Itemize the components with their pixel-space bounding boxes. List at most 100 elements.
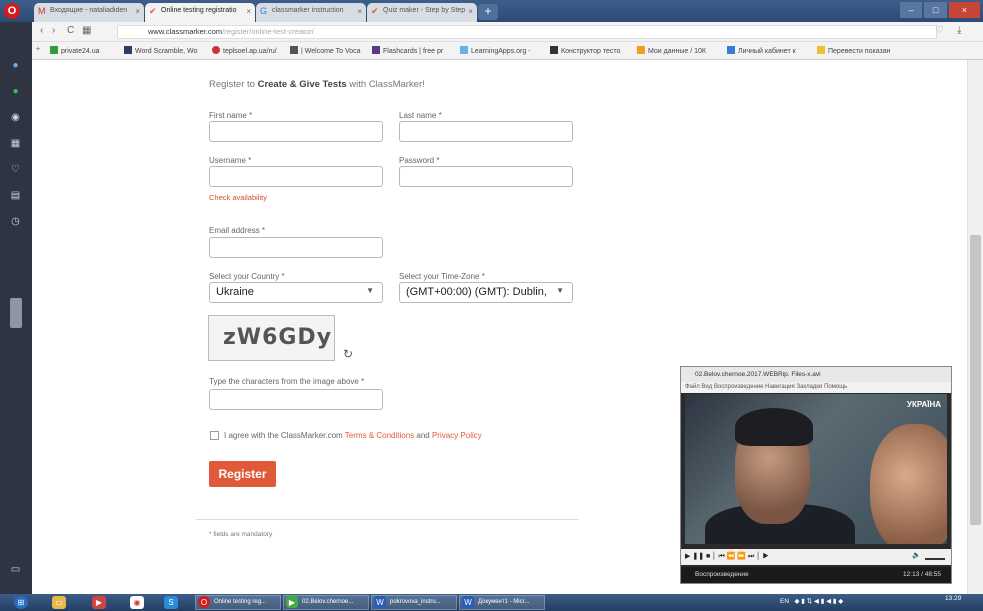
camera-icon[interactable]: ◉ [8,110,23,125]
language-indicator[interactable]: EN [780,598,789,605]
bookmark-label: LearningApps.org - [471,48,531,55]
player-time: 12:13 / 48:55 [903,571,941,578]
tab-classmarker-instruction[interactable]: G classmarker instruction × [256,3,366,22]
media-icon[interactable]: ▶ [92,596,106,609]
bookmark-item[interactable]: Мои данные / 10К [637,46,706,55]
taskbar-item-label: Документ1 - Micr... [478,599,530,605]
windows-taskbar: ⊞ ▭ ▶ ◉ S O Online testing reg... ▶ 02.Bel… [0,594,983,611]
heart-icon[interactable]: ♡ [8,162,23,177]
tab-label: Входящие - nataliadiden [50,7,128,14]
scrollbar-thumb[interactable] [970,235,981,525]
refresh-captcha-icon[interactable]: ↻ [343,347,353,361]
bookmarks-bar: + private24.ua Word Scramble, Wo teplsoe… [32,42,983,60]
terms-link[interactable]: Terms & Conditions [345,431,414,440]
taskbar-item[interactable]: Wpokrovova_instru... [371,595,457,610]
video-frame[interactable]: УКРАЇНА [685,394,947,544]
system-tray[interactable]: EN ◆ ▮ ⇅ ◀ ▮ ◀ ▮ ◆ [780,597,843,605]
player-menu[interactable]: Файл Вид Воспроизведение Навигация Закла… [681,382,951,393]
taskbar-item[interactable]: O Online testing reg... [195,595,281,610]
bookmark-item[interactable]: LearningApps.org - [460,46,531,55]
heading-prefix: Register to [209,79,258,90]
volume-slider[interactable] [925,558,945,560]
bookmark-label: Flashcards | free pr [383,48,444,55]
close-tab-icon[interactable]: × [135,7,140,16]
chrome-icon[interactable]: ◉ [130,596,144,609]
captcha-input[interactable] [209,389,383,410]
email-input[interactable] [209,237,383,258]
back-icon[interactable]: ‹ [40,25,43,36]
bookmark-label: Word Scramble, Wo [135,48,198,55]
speed-dial-icon[interactable]: ▦ [82,25,91,36]
skype-icon[interactable]: S [164,596,178,609]
bookmark-item[interactable]: Конструктор тесто [550,46,620,55]
opera-menu-icon[interactable]: O [4,3,20,19]
volume-icon[interactable]: 🔈 [912,551,921,559]
player-status-text: Воспроизведение [695,571,749,578]
add-bookmark-icon[interactable]: + [36,46,40,53]
whatsapp-icon[interactable]: ● [8,84,23,99]
heart-icon[interactable]: ♡ [935,25,944,36]
new-tab-button[interactable]: + [478,4,498,20]
channel-logo: УКРАЇНА [906,400,941,409]
messenger-icon[interactable]: ● [8,58,23,73]
person-hair [735,408,813,446]
chevron-down-icon: ▼ [556,286,564,295]
tab-inbox[interactable]: M Входящие - nataliadiden × [34,3,144,22]
url-field[interactable]: www.classmarker.com/register/online-test… [117,25,937,39]
speed-dial-icon[interactable]: ▦ [8,136,23,151]
register-button[interactable]: Register [209,461,276,487]
bookmark-item[interactable]: Flashcards | free pr [372,46,443,55]
media-player-window[interactable]: 02.Belov.chernoe.2017.WEBRip. Files-x.av… [680,366,952,584]
close-tab-icon[interactable]: × [468,7,473,16]
agree-checkbox[interactable] [210,431,219,440]
minimize-button[interactable]: – [900,2,923,18]
reload-icon[interactable]: C [67,25,74,36]
timezone-label: Select your Time-Zone * [399,272,485,281]
file-explorer-icon[interactable]: ▭ [52,596,66,609]
forward-icon[interactable]: › [52,25,55,36]
history-icon[interactable]: ◷ [8,214,23,229]
news-icon[interactable]: ▤ [8,188,23,203]
heading-bold: Create & Give Tests [257,79,347,90]
bookmark-label: teplsoel.ap.ua/ru/ [223,48,277,55]
maximize-button[interactable]: □ [924,2,947,18]
player-controls[interactable]: ▶ ❚❚ ■ │ ⏮ ⏪ ⏩ ⏭ │ ▶ 🔈 [681,549,951,565]
google-icon: G [260,6,268,16]
check-availability-link[interactable]: Check availability [209,193,267,202]
bookmark-label: Перевести показан [828,48,891,55]
password-input[interactable] [399,166,573,187]
window-controls: – □ × [900,2,981,18]
close-tab-icon[interactable]: × [357,7,362,16]
username-input[interactable] [209,166,383,187]
opera-icon: O [198,596,210,608]
play-icon[interactable]: ▶ ❚❚ ■ │ ⏮ ⏪ ⏩ ⏭ │ ▶ [685,553,769,560]
bookmark-item[interactable]: teplsoel.ap.ua/ru/ [212,46,277,55]
last-name-input[interactable] [399,121,573,142]
start-button-icon[interactable]: ⊞ [14,596,28,609]
clock[interactable]: 13:29 [945,595,961,602]
bookmark-favicon [212,46,220,54]
taskbar-item[interactable]: W Документ1 - Micr... [459,595,545,610]
tab-quiz-maker[interactable]: ✔ Quiz maker - Step by Step × [367,3,477,22]
username-label: Username * [209,156,252,165]
close-window-button[interactable]: × [948,2,981,18]
taskbar-item[interactable]: ▶ 02.Belov.chernoe... [283,595,369,610]
sidebar-handle[interactable] [10,298,22,328]
bookmark-item[interactable]: | Welcome To Voca [290,46,361,55]
close-tab-icon[interactable]: × [246,7,251,16]
bookmark-item[interactable]: Перевести показан [817,46,891,55]
tab-online-testing[interactable]: ✔ Online testing registratio × [145,3,255,22]
timezone-select[interactable]: (GMT+00:00) (GMT): Dublin, ▼ [399,282,573,303]
page-scrollbar[interactable] [967,60,983,594]
first-name-input[interactable] [209,121,383,142]
bookmark-item[interactable]: private24.ua [50,46,100,55]
privacy-link[interactable]: Privacy Policy [432,431,482,440]
bookmark-item[interactable]: Личный кабинет к [727,46,796,55]
word-icon: W [462,596,474,608]
media-player-icon: ▶ [286,596,298,608]
tab-label: Quiz maker - Step by Step [383,7,466,14]
sidebar-toggle-icon[interactable]: ▭ [8,562,23,577]
country-select[interactable]: Ukraine ▼ [209,282,383,303]
download-icon[interactable]: ⤓ [957,25,961,36]
bookmark-item[interactable]: Word Scramble, Wo [124,46,197,55]
